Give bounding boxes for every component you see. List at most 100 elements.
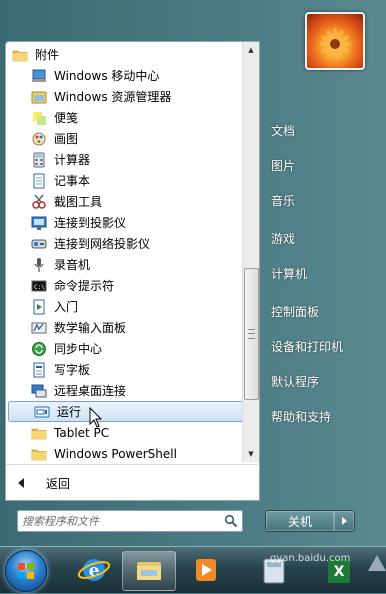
search-input[interactable] [22, 511, 218, 531]
program-item-label: 同步中心 [54, 342, 103, 356]
calculator-icon [31, 152, 47, 168]
user-picture[interactable] [305, 12, 365, 70]
program-item-label: 数学输入面板 [54, 321, 127, 335]
folder-icon [31, 425, 47, 441]
network-projector-icon [31, 236, 47, 252]
back-arrow-icon [18, 478, 24, 488]
media-player-icon [196, 559, 216, 581]
program-item-label: 命令提示符 [54, 279, 115, 293]
program-item[interactable]: 远程桌面连接 [6, 380, 242, 401]
sync-center-icon [31, 341, 47, 357]
programs-pane: 附件 Windows 移动中心 Windows 资源管理器 便笺画图计算器记事本截图工… [5, 41, 260, 501]
snipping-tool-icon [31, 194, 47, 210]
windows-logo-icon [18, 563, 34, 579]
taskbar-overflow-icon[interactable] [368, 555, 386, 571]
flower-icon [319, 28, 351, 60]
folder-icon [12, 47, 28, 63]
folder-icon [137, 562, 161, 580]
start-button[interactable] [5, 550, 47, 592]
internet-explorer-icon: e [77, 559, 111, 581]
program-item-label: 入门 [54, 300, 79, 314]
program-item[interactable]: 计算器 [6, 149, 242, 170]
programs-scrollbar[interactable]: ▲ ▼ [242, 42, 259, 462]
program-item[interactable]: Windows 移动中心 [6, 65, 242, 86]
watermark: gyan.baidu.com [270, 553, 351, 564]
program-item[interactable]: C:\ 命令提示符 [6, 275, 242, 296]
program-item[interactable]: 连接到投影仪 [6, 212, 242, 233]
program-item-label: 连接到投影仪 [54, 216, 127, 230]
back-label: 返回 [46, 476, 71, 491]
explorer-icon [31, 89, 47, 105]
program-item-label: 截图工具 [54, 195, 103, 209]
folder-icon [31, 446, 47, 462]
program-item-label: Windows 资源管理器 [54, 90, 172, 104]
scroll-thumb[interactable] [244, 268, 259, 400]
program-item[interactable]: 便笺 [6, 107, 242, 128]
program-item-label: Windows PowerShell [54, 446, 177, 461]
program-item[interactable]: 画图 [6, 128, 242, 149]
taskbar-media-player-button[interactable] [180, 551, 232, 589]
start-menu: 附件 Windows 移动中心 Windows 资源管理器 便笺画图计算器记事本截图工… [0, 0, 386, 546]
program-item-label: 写字板 [54, 363, 91, 377]
projector-icon [31, 215, 47, 231]
program-item[interactable]: 写字板 [6, 359, 242, 380]
taskbar-explorer-button[interactable] [122, 551, 176, 591]
program-item-label: 附件 [35, 48, 60, 62]
command-prompt-icon: C:\ [31, 278, 47, 294]
program-item-label: 画图 [54, 132, 79, 146]
program-item[interactable]: Windows PowerShell [6, 443, 242, 462]
program-item-label: 运行 [57, 405, 82, 419]
program-item[interactable]: 入门 [6, 296, 242, 317]
run-icon [34, 404, 50, 420]
svg-text:X: X [334, 564, 345, 580]
shutdown-button[interactable]: 关机 [265, 510, 335, 532]
program-item[interactable]: Tablet PC [6, 422, 242, 443]
program-item-label: 连接到网络投影仪 [54, 237, 151, 251]
shutdown-options-button[interactable] [334, 510, 355, 532]
right-item-pictures[interactable]: 图片 [271, 157, 295, 174]
mobility-center-icon [31, 68, 47, 84]
program-item[interactable]: 截图工具 [6, 191, 242, 212]
right-item-help-support[interactable]: 帮助和支持 [271, 408, 331, 425]
program-item[interactable]: 附件 [6, 44, 242, 65]
search-icon[interactable] [224, 514, 238, 528]
getting-started-icon [31, 299, 47, 315]
chevron-right-icon [341, 517, 347, 525]
right-item-documents[interactable]: 文档 [271, 122, 295, 139]
paint-icon [31, 131, 47, 147]
programs-list: 附件 Windows 移动中心 Windows 资源管理器 便笺画图计算器记事本截图工… [6, 42, 242, 462]
program-item-label: 远程桌面连接 [54, 384, 127, 398]
program-item[interactable]: 录音机 [6, 254, 242, 275]
mouse-cursor-icon [89, 407, 103, 428]
math-input-icon [31, 320, 47, 336]
right-item-computer[interactable]: 计算机 [271, 265, 307, 282]
program-item[interactable]: 记事本 [6, 170, 242, 191]
scroll-up-button[interactable]: ▲ [243, 42, 259, 58]
program-item[interactable]: 连接到网络投影仪 [6, 233, 242, 254]
program-item[interactable]: 同步中心 [6, 338, 242, 359]
wordpad-icon [31, 362, 47, 378]
program-item-label: 记事本 [54, 174, 91, 188]
scroll-down-button[interactable]: ▼ [243, 446, 259, 462]
right-item-games[interactable]: 游戏 [271, 230, 295, 247]
right-item-control-panel[interactable]: 控制面板 [271, 303, 319, 320]
program-item[interactable]: 数学输入面板 [6, 317, 242, 338]
scroll-grip-icon [248, 329, 255, 339]
notepad-icon [31, 173, 47, 189]
right-item-devices-printers[interactable]: 设备和打印机 [271, 338, 343, 355]
back-button[interactable]: 返回 [6, 464, 258, 501]
right-item-music[interactable]: 音乐 [271, 192, 295, 209]
program-item[interactable]: 运行 [8, 401, 242, 422]
program-item-label: 便笺 [54, 111, 79, 125]
remote-desktop-icon [31, 383, 47, 399]
program-item[interactable]: Windows 资源管理器 [6, 86, 242, 107]
microphone-icon [31, 257, 47, 273]
program-item-label: Windows 移动中心 [54, 69, 160, 83]
sticky-notes-icon [31, 110, 47, 126]
right-item-default-programs[interactable]: 默认程序 [271, 373, 319, 390]
svg-text:C:\: C:\ [34, 284, 45, 291]
program-item-label: 录音机 [54, 258, 91, 272]
taskbar-ie-button[interactable]: e [68, 551, 120, 589]
program-item-label: 计算器 [54, 153, 91, 167]
search-box[interactable] [17, 510, 243, 532]
